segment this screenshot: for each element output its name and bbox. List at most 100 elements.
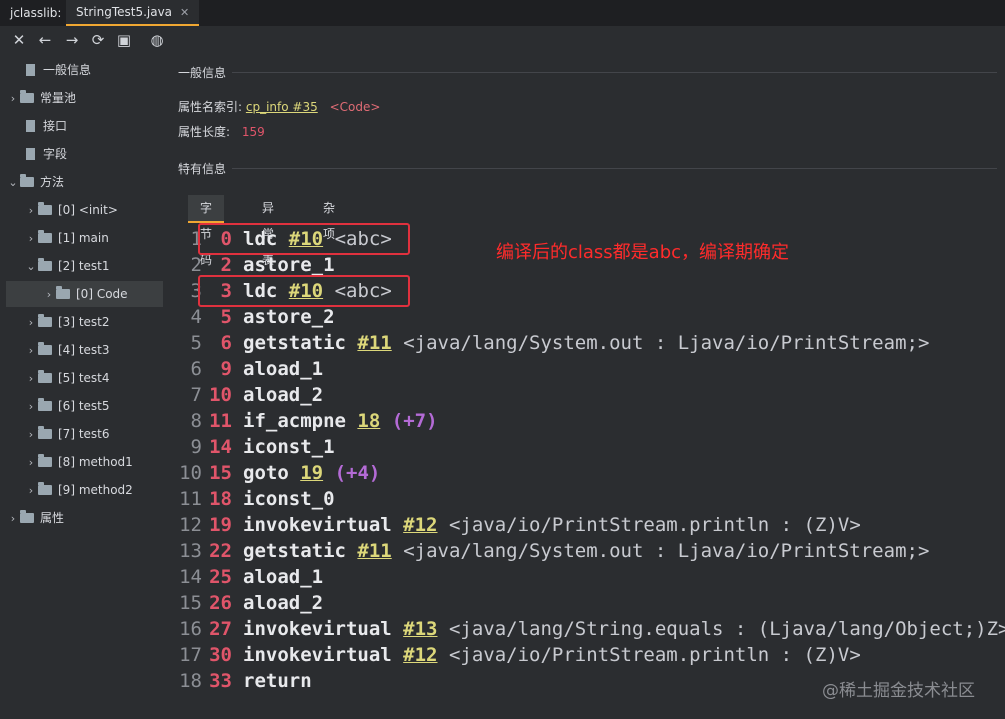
expand-arrow-icon[interactable]: › [24,478,38,504]
expand-arrow-icon[interactable]: › [24,450,38,476]
operand-link[interactable]: #11 [357,332,391,354]
tab-jclasslib[interactable]: jclasslib: [0,0,71,26]
jump-offset: (+7) [391,410,438,432]
refresh-icon[interactable]: ⟳ [88,30,108,50]
code-tag: <Code> [329,100,381,114]
tree-item-label: [0] Code [76,287,128,301]
line-number: 5 [190,332,202,354]
toolbar: ✕ ← → ⟳ ▣ ◍ [0,26,1005,54]
tree-item-method-4[interactable]: › [4] test3 [24,337,110,363]
tree-item-method-9[interactable]: › [9] method2 [24,477,133,503]
folder-icon [38,482,52,495]
tree-item-label: [7] test6 [58,427,110,441]
expand-arrow-icon[interactable]: › [24,226,38,252]
opcode: iconst_1 [243,436,335,458]
instruction: astore_2 [243,304,335,330]
folder-icon [38,398,52,411]
divider [232,168,997,169]
close-tab-icon[interactable]: ✕ [180,6,189,19]
divider [232,72,997,73]
tree-item-label: 字段 [43,147,68,161]
line-number: 2 [190,254,202,276]
opcode: goto [243,462,289,484]
general-info-heading: 一般信息 [178,66,227,80]
tree-item-label: [1] main [58,231,109,245]
instruction: aload_2 [243,590,323,616]
bytecode-offset: 27 [209,618,232,640]
opcode: invokevirtual [243,618,392,640]
file-icon [26,64,35,76]
constant-comment: <java/lang/String.equals : (Ljava/lang/O… [448,618,1005,640]
expand-arrow-icon[interactable]: › [6,86,20,112]
tree-item-methods[interactable]: ⌄ 方法 [6,169,64,195]
tree-item-label: [4] test3 [58,343,110,357]
annotation-text: 编译后的class都是abc，编译期确定 [496,242,790,263]
tree-item-attributes[interactable]: › 属性 [6,505,64,531]
tab-exception-table[interactable]: 异常表 [250,195,286,267]
folder-icon [38,230,52,243]
expand-arrow-icon[interactable]: › [24,338,38,364]
bytecode-offset: 25 [209,566,232,588]
attribute-name-index-label: 属性名索引: [178,100,243,114]
bytecode-offset: 22 [209,540,232,562]
operand-link[interactable]: #12 [403,644,437,666]
expand-arrow-icon[interactable]: › [42,282,56,308]
back-arrow-icon[interactable]: ← [35,30,55,50]
tree-item-method-0[interactable]: › [0] <init> [24,197,118,223]
tree-item-method-1[interactable]: › [1] main [24,225,109,251]
opcode: getstatic [243,540,346,562]
tree-item-method-2[interactable]: ⌄ [2] test1 [24,253,110,279]
tree-item-method-8[interactable]: › [8] method1 [24,449,133,475]
operand-link[interactable]: #13 [403,618,437,640]
expand-arrow-icon[interactable]: › [24,422,38,448]
opcode: aload_1 [243,566,324,588]
instruction: goto 19 (+4) [243,460,380,486]
expand-arrow-icon[interactable]: › [24,310,38,336]
tab-bytecode[interactable]: 字节码 [188,195,225,267]
line-number: 9 [190,436,202,458]
tree-item-label: [6] test5 [58,399,110,413]
operand-link[interactable]: #11 [357,540,391,562]
opcode: getstatic [243,332,346,354]
tree-item-label: [0] <init> [58,203,118,217]
collapse-arrow-icon[interactable]: ⌄ [24,254,38,280]
tree-item-method-5[interactable]: › [5] test4 [24,365,110,391]
tree-item-interfaces[interactable]: 接口 [10,113,67,139]
operand-link[interactable]: #12 [403,514,437,536]
tree-item-fields[interactable]: 字段 [10,141,67,167]
bytecode-offset: 6 [220,332,232,354]
tree-item-general-info[interactable]: 一般信息 [10,57,91,83]
operand-link[interactable]: 18 [357,410,380,432]
tree-item-constant-pool[interactable]: › 常量池 [6,85,76,111]
close-icon[interactable]: ✕ [9,30,29,50]
expand-arrow-icon[interactable]: › [24,366,38,392]
bytecode-offset: 30 [209,644,232,666]
bytecode-offset: 19 [209,514,232,536]
cp-info-link[interactable]: cp_info #35 [246,100,318,114]
forward-arrow-icon[interactable]: → [62,30,82,50]
tree-item-method-3[interactable]: › [3] test2 [24,309,110,335]
opcode: return [243,670,312,692]
specific-info-heading: 特有信息 [178,162,227,176]
opcode: aload_2 [243,384,324,406]
tree-item-method-6[interactable]: › [6] test5 [24,393,110,419]
collapse-arrow-icon[interactable]: ⌄ [6,170,20,196]
tab-misc[interactable]: 杂项 [311,195,347,241]
operand-link[interactable]: 19 [300,462,323,484]
expand-arrow-icon[interactable]: › [6,506,20,532]
expand-arrow-icon[interactable]: › [24,394,38,420]
tab-string-test5[interactable]: StringTest5.java ✕ [66,0,200,26]
tree-item-method-7[interactable]: › [7] test6 [24,421,110,447]
bytecode-offset: 33 [209,670,232,692]
detail-panel: 一般信息 属性名索引: cp_info #35 <Code> 属性长度: 159… [170,56,1005,719]
tree-item-label: 一般信息 [43,63,92,77]
tree-item-code[interactable]: › [0] Code [6,281,163,307]
opcode: aload_1 [243,358,324,380]
save-icon[interactable]: ▣ [114,30,134,50]
line-number: 6 [190,358,202,380]
expand-arrow-icon[interactable]: › [24,198,38,224]
line-number: 15 [179,592,202,614]
folder-icon [20,174,34,187]
globe-icon[interactable]: ◍ [147,30,167,50]
bytecode-offset: 15 [209,462,232,484]
